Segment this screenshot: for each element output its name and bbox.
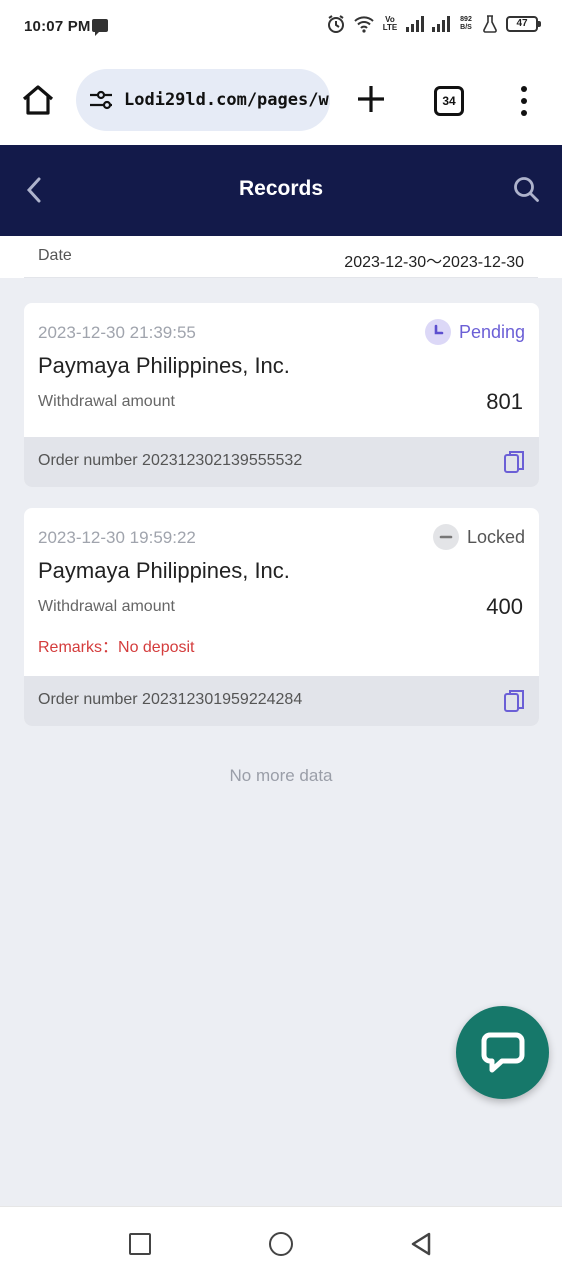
amount-value: 801: [486, 389, 523, 414]
home-icon[interactable]: [20, 82, 56, 118]
status-bar: 10:07 PM Vo LTE 892 B/S 47: [0, 0, 562, 56]
company-name: Paymaya Philippines, Inc.: [38, 353, 290, 378]
clock-icon: [424, 319, 451, 345]
new-tab-plus-icon[interactable]: [354, 82, 388, 116]
flask-icon: [483, 15, 497, 33]
app-header: Records: [0, 145, 562, 236]
status-badge-locked: Locked: [432, 524, 525, 550]
remarks-text: Remarks：No deposit: [38, 639, 195, 656]
home-circle-icon[interactable]: [269, 1232, 293, 1256]
system-navigation-bar: [0, 1206, 562, 1280]
copy-icon[interactable]: [503, 449, 525, 475]
page-title: Records: [238, 177, 324, 200]
signal-1-icon: [406, 16, 424, 32]
recents-square-icon[interactable]: [129, 1233, 151, 1255]
status-label: Locked: [466, 526, 525, 547]
minus-circle-icon: [432, 524, 459, 550]
order-number: Order number 202312302139555532: [38, 452, 303, 469]
address-bar[interactable]: Lodi29ld.com/pages/wit: [76, 69, 330, 131]
status-badge-pending: Pending: [424, 319, 525, 345]
status-time: 10:07 PM: [24, 18, 91, 35]
status-label: Pending: [458, 321, 525, 342]
chat-bubble-icon: [481, 1032, 525, 1073]
message-notification-icon: [92, 19, 108, 36]
order-row: Order number 202312302139555532: [24, 437, 539, 487]
status-icons: Vo LTE 892 B/S 47: [326, 14, 541, 34]
network-speed: 892 B/S: [460, 16, 472, 31]
divider: [24, 277, 538, 278]
record-time: 2023-12-30 19:59:22: [38, 528, 196, 547]
date-range-value[interactable]: 2023-12-30～2023-12-30: [344, 248, 524, 272]
date-label: Date: [38, 247, 72, 264]
search-icon[interactable]: [512, 175, 540, 203]
record-time: 2023-12-30 21:39:55: [38, 323, 196, 342]
more-menu-icon[interactable]: [514, 84, 534, 118]
date-filter[interactable]: Date 2023-12-30～2023-12-30: [0, 236, 562, 278]
signal-2-icon: [432, 16, 450, 32]
record-card[interactable]: 2023-12-30 21:39:55 Pending Paymaya Phil…: [24, 303, 539, 487]
amount-label: Withdrawal amount: [38, 393, 175, 410]
browser-toolbar: Lodi29ld.com/pages/wit 34: [0, 56, 562, 145]
site-settings-icon[interactable]: [88, 87, 114, 113]
amount-label: Withdrawal amount: [38, 598, 175, 615]
amount-value: 400: [486, 594, 523, 619]
order-row: Order number 202312301959224284: [24, 676, 539, 726]
tab-switcher-button[interactable]: 34: [434, 86, 464, 116]
url-text: Lodi29ld.com/pages/wit: [124, 90, 330, 110]
copy-icon[interactable]: [503, 688, 525, 714]
battery-icon: 47: [506, 16, 541, 32]
chat-support-button[interactable]: [456, 1006, 549, 1099]
record-card[interactable]: 2023-12-30 19:59:22 Locked Paymaya Phili…: [24, 508, 539, 726]
alarm-icon: [328, 15, 344, 33]
order-number: Order number 202312301959224284: [38, 691, 303, 708]
company-name: Paymaya Philippines, Inc.: [38, 558, 290, 583]
volte-indicator: Vo LTE: [382, 15, 398, 32]
wifi-icon: [354, 16, 374, 33]
back-triangle-icon[interactable]: [409, 1231, 433, 1257]
no-more-data-text: No more data: [229, 766, 333, 785]
